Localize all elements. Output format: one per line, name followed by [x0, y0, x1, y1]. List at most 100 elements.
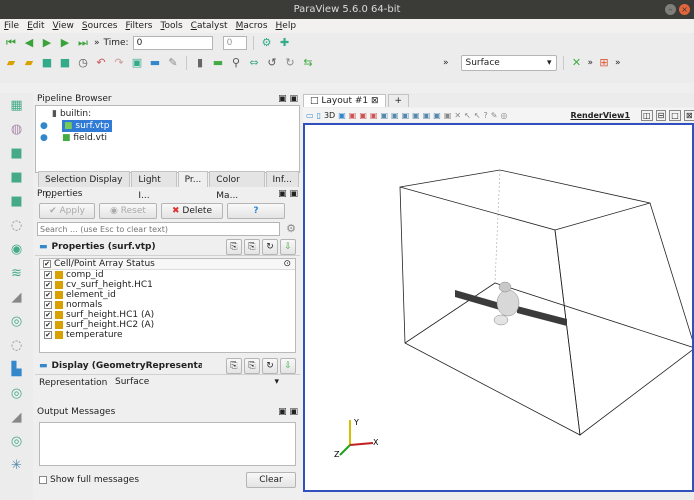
select-frustum-icon[interactable]: ▣	[370, 111, 378, 120]
list-item[interactable]: ✔ normals	[40, 300, 295, 310]
pipeline-item-surf[interactable]: ● ■ surf.vtp	[40, 120, 295, 132]
select-all-checkbox[interactable]: ✔	[43, 260, 51, 268]
save-default-icon[interactable]: ⇩	[280, 238, 296, 255]
hover-points-icon[interactable]: ▣	[402, 111, 410, 120]
list-item[interactable]: ✔ surf_height.HC1 (A)	[40, 310, 295, 320]
shrink-selection-icon[interactable]: ▣	[444, 111, 452, 120]
tab-color-map[interactable]: Color Ma...	[209, 171, 265, 201]
save-state-icon[interactable]: ■	[58, 56, 72, 70]
reflect-filter-icon[interactable]: ◎	[8, 433, 26, 451]
close-icon[interactable]: ⊠	[371, 96, 379, 106]
list-item[interactable]: ✔ surf_height.HC2 (A)	[40, 320, 295, 330]
advanced-gear-icon[interactable]: ⚙	[284, 222, 298, 236]
ruler-icon[interactable]: ↖	[464, 111, 471, 120]
list-item[interactable]: ✔ cv_surf_height.HC1	[40, 280, 295, 290]
previous-frame-icon[interactable]: ◀	[22, 36, 36, 50]
temporal-filter-icon[interactable]: ◢	[8, 409, 26, 427]
calculator-filter-icon[interactable]: ▦	[8, 97, 26, 115]
camera-reset-icon[interactable]: ⇔	[247, 56, 261, 70]
reset-button[interactable]: ◉ Reset	[99, 203, 157, 219]
copy-icon[interactable]: ⎘	[226, 357, 242, 374]
select-polygon-icon[interactable]: ▣	[423, 111, 431, 120]
menu-tools[interactable]: Tools	[157, 19, 187, 33]
open-file-icon[interactable]: ▰	[4, 56, 18, 70]
save-default-icon[interactable]: ⇩	[280, 357, 296, 374]
menu-help[interactable]: Help	[272, 19, 301, 33]
add-layout-button[interactable]: +	[387, 94, 410, 107]
panel-float-close-icon[interactable]: ▣ ▣	[278, 406, 298, 418]
paste-icon[interactable]: ⎘	[244, 238, 260, 255]
eye-icon[interactable]: ●	[40, 120, 50, 132]
menu-file[interactable]: File	[0, 19, 23, 33]
settings-icon[interactable]: ✎	[166, 56, 180, 70]
camera-link-icon[interactable]: ⚙	[260, 36, 274, 50]
search-input[interactable]	[37, 222, 280, 236]
connect-icon[interactable]: ▣	[130, 56, 144, 70]
panel-float-close-icon[interactable]: ▣ ▣	[278, 188, 298, 200]
list-item[interactable]: ✔ comp_id	[40, 270, 295, 280]
menu-macros[interactable]: Macros	[232, 19, 272, 33]
menu-catalyst[interactable]: Catalyst	[187, 19, 232, 33]
close-view-icon[interactable]: ⊠	[683, 109, 694, 121]
toggle-3d-button[interactable]: 3D	[324, 111, 335, 120]
clear-selection-icon[interactable]: ✕	[454, 111, 461, 120]
query-icon[interactable]: ?	[484, 111, 488, 120]
calculator-icon[interactable]: ▮	[193, 56, 207, 70]
load-state-icon[interactable]: ■	[40, 56, 54, 70]
menu-sources[interactable]: Sources	[78, 19, 122, 33]
find-data-icon[interactable]: ⚲	[229, 56, 243, 70]
group-datasets-filter-icon[interactable]: ◎	[8, 313, 26, 331]
disconnect-icon[interactable]: ▬	[148, 56, 162, 70]
pipeline-item-field[interactable]: ● ■ field.vti	[40, 132, 295, 144]
representation-select[interactable]: Surface ▾	[460, 55, 557, 71]
tab-selection-display[interactable]: Selection Display I...	[38, 171, 131, 201]
open-folder-icon[interactable]: ▰	[22, 56, 36, 70]
camera-redo-icon[interactable]: ⇆	[301, 56, 315, 70]
time-index-stepper[interactable]: 0	[222, 36, 247, 50]
panel-float-close-icon[interactable]: ▣ ▣	[278, 93, 298, 105]
clear-button[interactable]: Clear	[246, 472, 296, 488]
tab-layout-1[interactable]: □ Layout #1 ⊠	[303, 94, 386, 107]
last-frame-icon[interactable]: ⏭	[76, 36, 90, 50]
render-canvas[interactable]: Y X Z	[305, 125, 694, 490]
minimize-button[interactable]: –	[665, 4, 676, 15]
rescale-range-icon[interactable]: ✕	[570, 56, 584, 70]
show-full-checkbox[interactable]	[39, 476, 47, 484]
grow-selection-icon[interactable]: ▣	[433, 111, 441, 120]
play-icon[interactable]: ▶	[40, 36, 54, 50]
apply-button[interactable]: ✔ Apply	[39, 203, 95, 219]
extract-level-filter-icon[interactable]: ◌	[8, 337, 26, 355]
collapse-icon[interactable]: ▬	[39, 361, 48, 371]
contour-filter-icon[interactable]: ◍	[8, 121, 26, 139]
reset-session-icon[interactable]: ◷	[76, 56, 90, 70]
select-points-icon[interactable]: ▣	[359, 111, 367, 120]
select-block-icon[interactable]: ▣	[380, 111, 388, 120]
camera-add-icon[interactable]: ✚	[278, 36, 292, 50]
screenshot-icon[interactable]: ◎	[500, 111, 507, 120]
array-checkbox[interactable]: ✔	[44, 301, 52, 309]
plot-over-line-filter-icon[interactable]: ▙	[8, 361, 26, 379]
glyph-filter-icon[interactable]: ◉	[8, 241, 26, 259]
hover-cells-icon[interactable]: ▣	[412, 111, 420, 120]
maximize-view-icon[interactable]: □	[669, 109, 681, 121]
array-checkbox[interactable]: ✔	[44, 321, 52, 329]
representation-dropdown[interactable]: Surface ▾	[111, 375, 283, 391]
collapse-icon[interactable]: ▬	[39, 242, 48, 252]
tab-information[interactable]: Inf...	[265, 171, 299, 187]
delete-button[interactable]: ✖ Delete	[161, 203, 223, 219]
eye-icon[interactable]: ●	[40, 132, 50, 144]
pipeline-item-builtin[interactable]: ▮ builtin:	[40, 108, 295, 120]
threshold-filter-icon[interactable]: ■	[8, 193, 26, 211]
python-shell-icon[interactable]: ▬	[211, 56, 225, 70]
clip-filter-icon[interactable]: ■	[8, 145, 26, 163]
help-button[interactable]: ?	[227, 203, 285, 219]
redo-icon[interactable]: ↷	[112, 56, 126, 70]
menu-edit[interactable]: Edit	[23, 19, 48, 33]
list-item[interactable]: ✔ temperature	[40, 330, 295, 340]
next-frame-icon[interactable]: ▶	[58, 36, 72, 50]
menu-view[interactable]: View	[49, 19, 78, 33]
array-checkbox[interactable]: ✔	[44, 291, 52, 299]
restore-default-icon[interactable]: ↻	[262, 238, 278, 255]
more-chevron-icon[interactable]: »	[443, 58, 449, 68]
stream-tracer-filter-icon[interactable]: ≋	[8, 265, 26, 283]
